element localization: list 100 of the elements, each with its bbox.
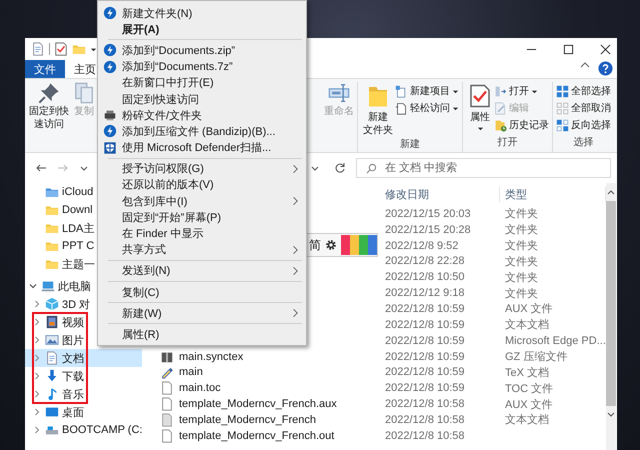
type-cell: Microsoft Edge PD... (505, 334, 606, 347)
nav-item[interactable]: 桌面 (25, 403, 142, 421)
menu-item[interactable]: 包含到库中(I) (98, 193, 306, 210)
ribbon-button[interactable]: 历史记录 (494, 118, 549, 132)
scroll-down-icon[interactable] (606, 411, 616, 419)
type-cell: AUX 文件 (505, 398, 553, 411)
menu-item[interactable]: 还原以前的版本(V) (98, 176, 306, 194)
date-cell: 2022/12/15 20:28 (385, 224, 471, 236)
cube-icon (45, 297, 59, 311)
checked-document-icon[interactable] (54, 42, 68, 56)
type-cell: AUX 文件 (505, 303, 553, 316)
search-field[interactable]: 在 文档 中搜索 (356, 158, 611, 178)
nav-item[interactable]: 下载 (25, 367, 142, 385)
file-name[interactable]: template_Moderncv_French.out (179, 430, 334, 442)
computer-icon (41, 279, 55, 293)
ribbon-button[interactable]: 属性 (466, 82, 494, 132)
date-cell: 2022/12/12 9:18 (385, 287, 465, 300)
printer-icon (103, 108, 117, 122)
type-cell: 文件夹 (505, 208, 538, 220)
type-cell: 文件夹 (505, 256, 538, 268)
type-cell: 文件夹 (505, 288, 538, 300)
menu-item[interactable]: 共享方式 (98, 242, 306, 258)
back-arrow-icon[interactable] (35, 162, 47, 174)
date-cell: 2022/12/15 20:03 (385, 208, 471, 220)
ribbon-button[interactable]: 全部取消 (556, 101, 611, 115)
column-header[interactable]: 修改日期 (380, 187, 500, 202)
group-label: 打开 (496, 136, 518, 150)
nav-item[interactable]: 音乐 (25, 385, 142, 403)
file-name[interactable]: template_Moderncv_French (179, 414, 316, 426)
select-none-icon (556, 102, 569, 114)
collapse-ribbon-icon[interactable] (580, 60, 590, 70)
menu-item[interactable]: 发送到(N) (98, 262, 306, 279)
chevron-icon[interactable] (33, 390, 41, 398)
stripes-icon[interactable] (341, 234, 377, 256)
scroll-up-icon[interactable] (606, 188, 616, 196)
bolt-icon (103, 6, 117, 20)
menu-item[interactable]: 授予访问权限(G) (98, 160, 306, 177)
shield-icon (103, 140, 117, 155)
chevron-icon[interactable] (33, 372, 41, 380)
chevron-icon[interactable] (33, 318, 41, 326)
file-name[interactable]: main.synctex (179, 350, 244, 363)
download-icon (45, 369, 59, 383)
ribbon-button[interactable]: 全部选择 (556, 84, 611, 98)
help-icon[interactable] (598, 61, 613, 76)
new-item-icon (395, 84, 408, 98)
checked-document-icon (468, 82, 492, 110)
open-icon (494, 84, 507, 98)
menu-item[interactable]: 固定到“开始”屏幕(P) (98, 209, 306, 226)
nav-item[interactable]: BOOTCAMP (C: (25, 421, 142, 439)
date-cell: 2022/12/8 10:50 (385, 271, 465, 284)
menu-item[interactable]: 在 Finder 中显示 (98, 225, 306, 242)
chevron-icon[interactable] (29, 282, 37, 290)
group-label: 选择 (572, 136, 594, 150)
date-cell: 2022/12/8 9:52 (385, 240, 458, 252)
pin-icon (38, 82, 60, 104)
refresh-icon[interactable] (334, 162, 346, 174)
menu-item[interactable]: 复制(C) (98, 284, 306, 300)
menu-item[interactable]: 固定到快速访问 (98, 90, 306, 108)
file-name[interactable]: main.toc (179, 382, 221, 394)
menu-item[interactable]: 粉碎文件/文件夹 (98, 107, 306, 124)
file-name[interactable]: main (179, 366, 203, 378)
desktop-icon (45, 405, 59, 419)
menu-item[interactable]: 新建文件夹(N) (98, 5, 306, 22)
close-icon[interactable] (600, 44, 611, 54)
date-cell: 2022/12/8 10:59 (385, 334, 465, 347)
date-cell: 2022/12/8 10:58 (385, 398, 465, 410)
menu-item[interactable]: 在新窗口中打开(E) (98, 74, 306, 91)
bolt-icon (103, 43, 117, 58)
ribbon-button[interactable]: 打开 (494, 84, 549, 98)
ribbon-button[interactable]: 新建 文件夹 (361, 82, 395, 137)
picture-icon (45, 333, 59, 347)
menu-item[interactable]: 新建(W) (98, 305, 306, 322)
menu-item[interactable]: 添加到压缩文件 (Bandizip)(B)... (98, 123, 306, 140)
ribbon-tab[interactable]: 文件 (25, 60, 65, 78)
input-mode-label[interactable]: 简 (309, 236, 321, 254)
caret-icon (452, 88, 459, 94)
menu-item[interactable]: 使用 Microsoft Defender扫描... (98, 140, 306, 156)
date-cell: 2022/12/8 10:59 (385, 366, 465, 378)
scrollbar[interactable] (606, 183, 616, 450)
group-label: 新建 (399, 138, 421, 152)
menu-item[interactable]: 添加到“Documents.7z” (98, 58, 306, 75)
bolt-icon (103, 60, 117, 74)
chevron-icon[interactable] (33, 336, 41, 344)
menu-item[interactable]: 属性(R) (98, 326, 306, 343)
menu-item[interactable]: 展开(A) (98, 21, 306, 38)
menu-item[interactable]: 添加到“Documents.zip” (98, 42, 306, 59)
type-cell: GZ 压缩文件 (505, 351, 568, 364)
nav-item[interactable]: 文档 (25, 349, 142, 367)
ribbon-button[interactable]: 轻松访问 (395, 101, 459, 115)
maximize-icon[interactable] (563, 44, 574, 54)
edit-icon (494, 102, 507, 114)
ribbon-button[interactable]: 反向选择 (556, 118, 611, 132)
pin-button[interactable]: 固定到快 速访问 (27, 82, 71, 131)
caret-icon[interactable] (90, 46, 97, 52)
settings-icon[interactable] (325, 239, 337, 251)
bolt-icon (103, 124, 117, 138)
ribbon-button[interactable]: 新建项目 (395, 84, 459, 98)
properties-icon[interactable] (31, 42, 45, 56)
file-name[interactable]: template_Moderncv_French.aux (179, 398, 337, 410)
date-cell: 2022/12/8 10:59 (385, 318, 465, 331)
